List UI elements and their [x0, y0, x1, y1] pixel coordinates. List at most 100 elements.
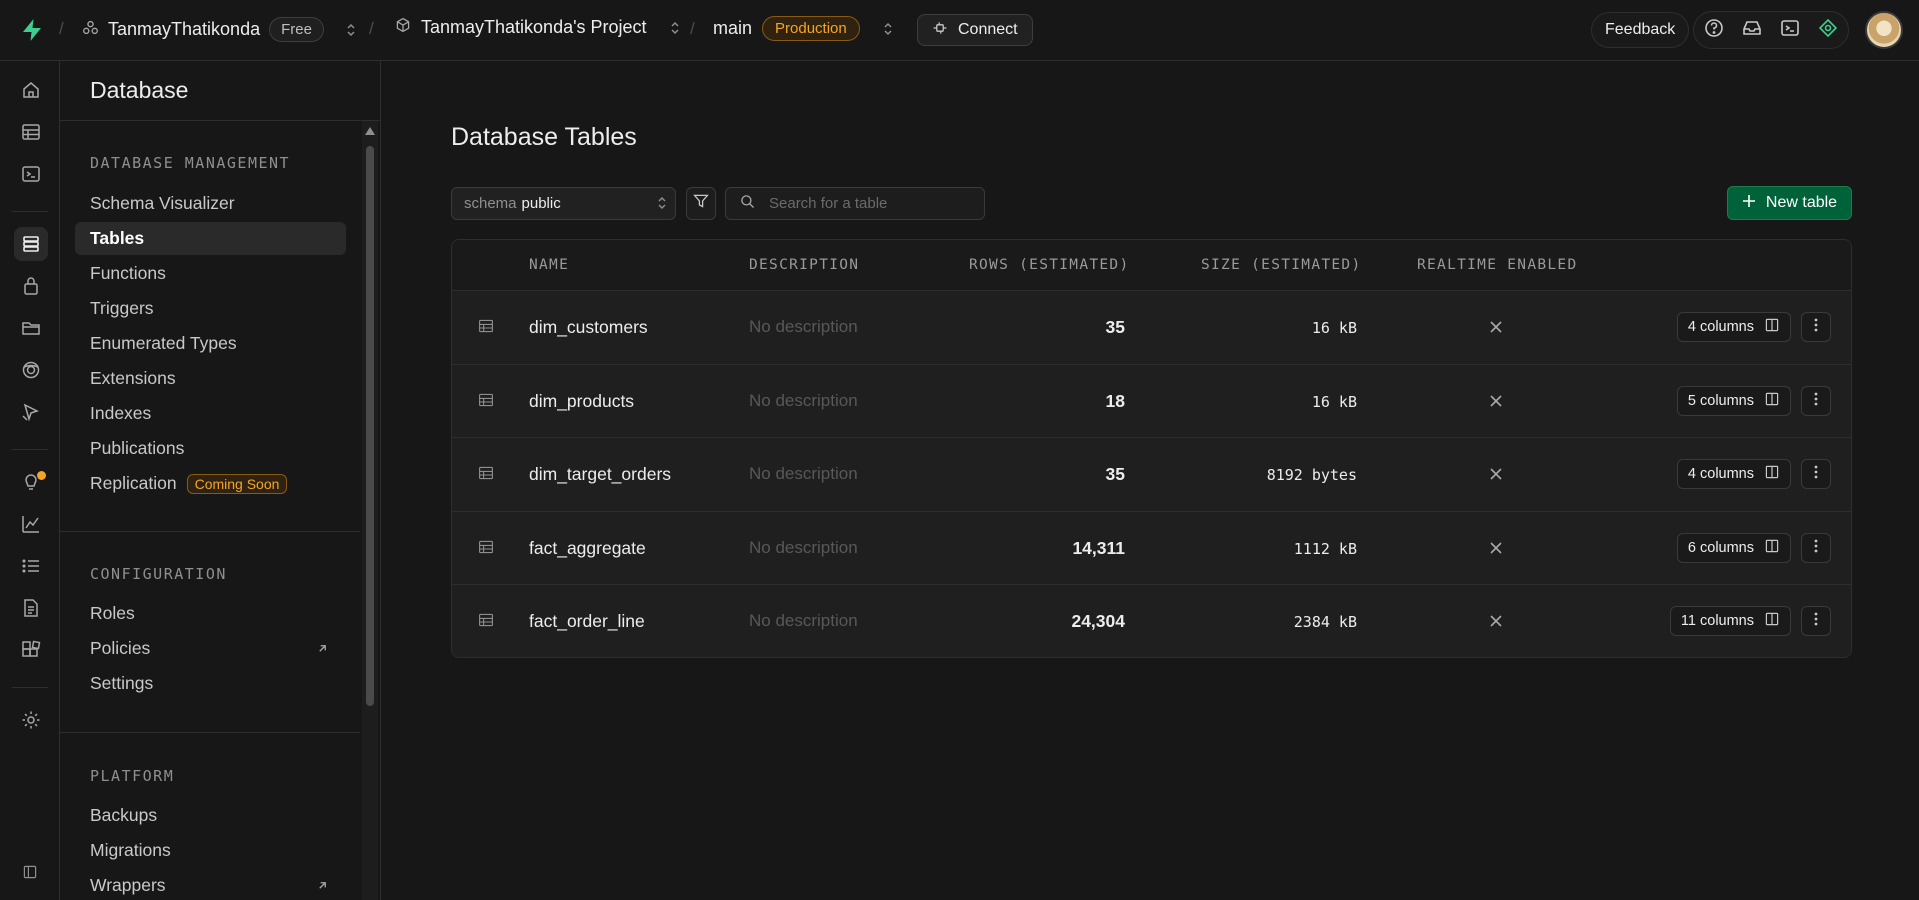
- nav-item-publications[interactable]: Publications: [75, 432, 346, 465]
- connect-label: Connect: [958, 21, 1018, 38]
- branch-name: main: [713, 18, 753, 38]
- breadcrumb-separator: /: [369, 19, 374, 38]
- nav-item-indexes[interactable]: Indexes: [75, 397, 346, 430]
- table-row[interactable]: dim_customers No description 35 16 kB 4 …: [452, 291, 1851, 365]
- assistant-icon[interactable]: [1818, 18, 1838, 43]
- table-name[interactable]: dim_products: [529, 391, 634, 412]
- column-header-size: Size (Estimated): [1201, 257, 1362, 273]
- view-columns-button[interactable]: 11 columns: [1669, 606, 1791, 636]
- nav-item-replication[interactable]: Replication Coming Soon: [75, 467, 346, 500]
- scroll-up-arrow-icon[interactable]: [365, 127, 375, 135]
- table-size: 2384 kB: [1293, 613, 1357, 631]
- more-options-button[interactable]: [1801, 532, 1831, 563]
- project-switch-chevron-icon[interactable]: [669, 20, 681, 36]
- coming-soon-badge: Coming Soon: [186, 473, 288, 494]
- nav-item-migrations[interactable]: Migrations: [75, 834, 346, 867]
- user-avatar[interactable]: [1865, 11, 1903, 49]
- panel-scrollbar[interactable]: [362, 121, 378, 900]
- schema-selector[interactable]: schema public: [451, 187, 676, 220]
- inbox-icon[interactable]: [1742, 18, 1762, 43]
- external-link-icon: [317, 878, 328, 894]
- view-columns-button[interactable]: 5 columns: [1676, 385, 1791, 416]
- table-icon: [478, 318, 494, 339]
- external-link-icon: [317, 641, 328, 657]
- home-icon[interactable]: [14, 73, 48, 107]
- schema-prefix: schema: [464, 195, 517, 212]
- org-switch-chevron-icon[interactable]: [345, 22, 357, 38]
- notification-dot: [37, 471, 46, 480]
- authentication-icon[interactable]: [14, 269, 48, 303]
- nav-item-backups[interactable]: Backups: [75, 799, 346, 832]
- more-options-button[interactable]: [1801, 459, 1831, 489]
- nav-item-wrappers[interactable]: Wrappers: [75, 869, 346, 900]
- reports-chart-icon[interactable]: [14, 507, 48, 541]
- project-selector[interactable]: TanmayThatikonda's Project: [395, 17, 681, 38]
- table-description: No description: [749, 464, 858, 483]
- table-row-count: 14,311: [1072, 537, 1125, 558]
- scroll-thumb[interactable]: [366, 146, 374, 706]
- table-row[interactable]: fact_order_line No description 24,304 23…: [452, 585, 1851, 657]
- nav-item-functions[interactable]: Functions: [75, 257, 346, 290]
- org-selector[interactable]: TanmayThatikonda Free: [82, 17, 357, 42]
- nav-item-enumerated-types[interactable]: Enumerated Types: [75, 327, 346, 360]
- more-options-button[interactable]: [1801, 606, 1831, 636]
- realtime-disabled-x-icon: [1489, 540, 1503, 560]
- more-options-button[interactable]: [1801, 312, 1831, 342]
- table-size: 8192 bytes: [1266, 466, 1357, 484]
- nav-item-extensions[interactable]: Extensions: [75, 362, 346, 395]
- nav-item-policies[interactable]: Policies: [75, 632, 346, 665]
- edge-functions-icon[interactable]: [14, 395, 48, 429]
- nav-item-roles[interactable]: Roles: [75, 597, 346, 630]
- advisors-lightbulb-icon[interactable]: [14, 465, 48, 499]
- view-columns-button[interactable]: 6 columns: [1676, 532, 1791, 563]
- connect-button[interactable]: Connect: [917, 14, 1033, 46]
- terminal-icon[interactable]: [1780, 18, 1800, 43]
- integrations-icon[interactable]: [14, 633, 48, 667]
- table-search-box[interactable]: [725, 187, 985, 220]
- view-columns-button[interactable]: 4 columns: [1676, 459, 1791, 489]
- api-docs-icon[interactable]: [14, 591, 48, 625]
- collapse-sidebar-icon[interactable]: [16, 858, 44, 886]
- realtime-icon[interactable]: [14, 353, 48, 387]
- table-description: No description: [749, 317, 858, 336]
- supabase-logo-icon[interactable]: [20, 18, 44, 42]
- table-row[interactable]: dim_target_orders No description 35 8192…: [452, 438, 1851, 512]
- project-box-icon: [395, 17, 411, 38]
- settings-gear-icon[interactable]: [14, 703, 48, 737]
- storage-icon[interactable]: [14, 311, 48, 345]
- database-icon[interactable]: [14, 227, 48, 261]
- search-input[interactable]: [769, 195, 969, 212]
- main-content: Database Tables schema public New table …: [381, 61, 1919, 900]
- nav-item-schema-visualizer[interactable]: Schema Visualizer: [75, 187, 346, 220]
- branch-switch-chevron-icon[interactable]: [882, 21, 894, 37]
- nav-item-triggers[interactable]: Triggers: [75, 292, 346, 325]
- nav-label: Extensions: [90, 368, 176, 388]
- nav-label: Roles: [90, 603, 135, 623]
- table-icon: [478, 465, 494, 486]
- column-header-name: Name: [529, 257, 570, 273]
- more-options-button[interactable]: [1801, 385, 1831, 416]
- table-name[interactable]: dim_customers: [529, 317, 648, 338]
- table-name[interactable]: dim_target_orders: [529, 464, 671, 485]
- view-columns-button[interactable]: 4 columns: [1676, 312, 1791, 342]
- branch-selector[interactable]: main Production: [713, 16, 894, 41]
- feedback-button[interactable]: Feedback: [1591, 12, 1690, 48]
- vertical-dots-icon: [1814, 538, 1818, 558]
- column-header-realtime: Realtime Enabled: [1417, 257, 1578, 273]
- nav-item-tables[interactable]: Tables: [75, 222, 346, 255]
- table-description: No description: [749, 611, 858, 630]
- nav-label: Settings: [90, 673, 154, 693]
- table-row[interactable]: fact_aggregate No description 14,311 111…: [452, 511, 1851, 585]
- sql-editor-icon[interactable]: [14, 157, 48, 191]
- filter-button[interactable]: [686, 187, 716, 220]
- table-row[interactable]: dim_products No description 18 16 kB 5 c…: [452, 364, 1851, 438]
- columns-count: 5 columns: [1687, 392, 1754, 409]
- table-name[interactable]: fact_order_line: [529, 611, 645, 632]
- nav-item-settings[interactable]: Settings: [75, 667, 346, 700]
- logs-list-icon[interactable]: [14, 549, 48, 583]
- plan-badge: Free: [269, 17, 324, 42]
- table-editor-icon[interactable]: [14, 115, 48, 149]
- table-name[interactable]: fact_aggregate: [529, 538, 646, 559]
- new-table-button[interactable]: New table: [1727, 186, 1852, 220]
- help-icon[interactable]: [1704, 18, 1724, 43]
